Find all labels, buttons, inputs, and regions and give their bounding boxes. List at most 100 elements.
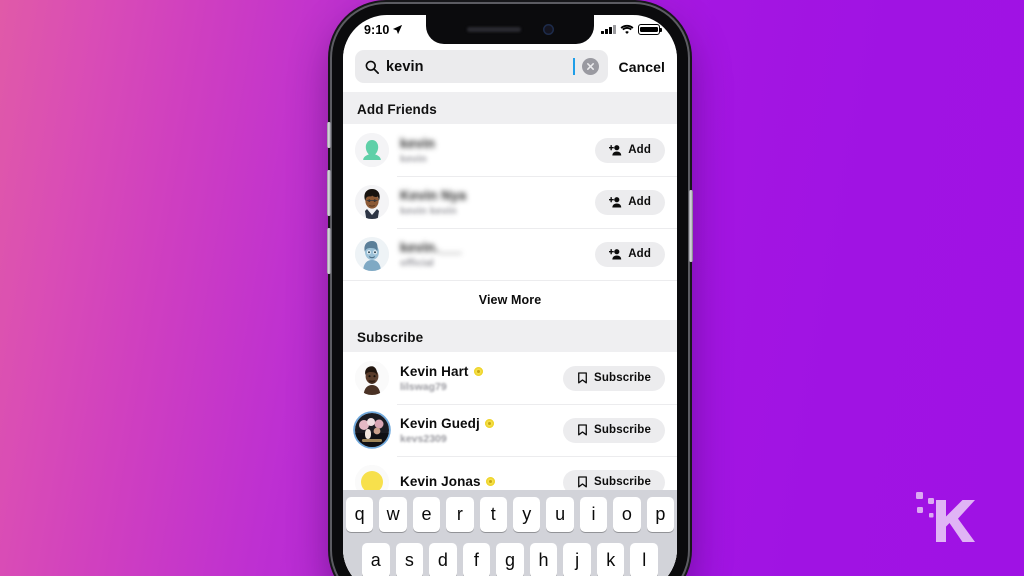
bitmoji-avatar-kevin-hart bbox=[355, 361, 389, 395]
list-item[interactable]: Kevin Nya kevin kevin Add bbox=[343, 176, 677, 228]
name-line: Kevin Guedj bbox=[400, 416, 563, 431]
add-person-icon bbox=[609, 248, 622, 260]
key-l[interactable]: l bbox=[630, 543, 659, 576]
bitmoji-avatar-curly bbox=[355, 185, 389, 219]
wifi-icon bbox=[620, 24, 634, 35]
key-d[interactable]: d bbox=[429, 543, 457, 576]
subscribe-button[interactable]: Subscribe bbox=[563, 365, 665, 391]
keyboard-row-1: q w e r t y u i o p bbox=[345, 497, 675, 532]
bitmoji-avatar-blue bbox=[355, 237, 389, 271]
knowtechie-k-logo bbox=[916, 492, 975, 542]
add-friends-header: Add Friends bbox=[343, 92, 677, 124]
phone-screen: 9:10 kevin Cancel Add Friends kevin kevi… bbox=[343, 15, 677, 576]
add-person-icon bbox=[609, 144, 622, 156]
volume-down-button[interactable] bbox=[327, 228, 331, 274]
search-icon bbox=[365, 60, 379, 74]
subscribe-button-label: Subscribe bbox=[594, 476, 651, 488]
cancel-button[interactable]: Cancel bbox=[618, 59, 665, 75]
volume-up-button[interactable] bbox=[327, 170, 331, 216]
power-button[interactable] bbox=[689, 190, 693, 262]
key-u[interactable]: u bbox=[546, 497, 574, 532]
add-button[interactable]: Add bbox=[595, 137, 665, 163]
key-k[interactable]: k bbox=[596, 543, 625, 576]
cellular-signal-icon bbox=[601, 24, 616, 34]
name-line: kevin.___ bbox=[400, 240, 595, 255]
status-bar-left: 9:10 bbox=[364, 23, 403, 37]
location-arrow-icon bbox=[393, 24, 403, 35]
key-t[interactable]: t bbox=[479, 497, 507, 532]
subscribe-button-label: Subscribe bbox=[594, 424, 651, 436]
username: official bbox=[400, 256, 434, 269]
name-line: Kevin Hart bbox=[400, 364, 563, 379]
display-name: Kevin Hart bbox=[400, 363, 469, 379]
display-name: kevin bbox=[400, 135, 436, 151]
clear-search-icon[interactable] bbox=[582, 58, 600, 75]
key-f[interactable]: f bbox=[462, 543, 491, 576]
bookmark-icon bbox=[578, 372, 587, 384]
key-r[interactable]: r bbox=[446, 497, 474, 532]
name-line: Kevin Jonas bbox=[400, 474, 563, 489]
verified-badge-icon bbox=[484, 418, 494, 428]
virtual-keyboard[interactable]: q w e r t y u i o p a s d f g h j k l bbox=[343, 490, 677, 576]
list-item[interactable]: kevin.___ official Add bbox=[343, 228, 677, 280]
list-item-meta: Kevin Jonas bbox=[389, 474, 563, 491]
key-h[interactable]: h bbox=[529, 543, 558, 576]
search-bar: kevin Cancel bbox=[343, 44, 677, 92]
key-i[interactable]: i bbox=[579, 497, 608, 532]
key-e[interactable]: e bbox=[412, 497, 441, 532]
search-input-value: kevin bbox=[386, 58, 424, 75]
ghost-avatar bbox=[355, 133, 389, 167]
earpiece-speaker bbox=[466, 27, 521, 32]
photo-avatar-kevin-guedj bbox=[355, 413, 389, 447]
name-line: Kevin Nya bbox=[400, 188, 595, 203]
key-y[interactable]: y bbox=[513, 497, 541, 532]
subscribe-button[interactable]: Subscribe bbox=[563, 417, 665, 443]
add-person-icon bbox=[609, 196, 622, 208]
display-name: Kevin Guedj bbox=[400, 415, 480, 431]
list-item-meta: kevin kevin bbox=[389, 136, 595, 165]
status-bar-time: 9:10 bbox=[364, 22, 390, 37]
key-p[interactable]: p bbox=[646, 497, 675, 532]
display-name: kevin.___ bbox=[400, 239, 462, 255]
key-q[interactable]: q bbox=[345, 497, 374, 532]
subscribe-button-label: Subscribe bbox=[594, 372, 651, 384]
view-more-button[interactable]: View More bbox=[343, 280, 677, 320]
add-button-label: Add bbox=[628, 196, 651, 208]
list-item[interactable]: Kevin Guedj kevs2309 Subscribe bbox=[343, 404, 677, 456]
name-line: kevin bbox=[400, 136, 595, 151]
front-camera-icon bbox=[542, 24, 554, 35]
list-item[interactable]: kevin kevin Add bbox=[343, 124, 677, 176]
key-o[interactable]: o bbox=[613, 497, 641, 532]
key-w[interactable]: w bbox=[379, 497, 407, 532]
username: kevin bbox=[400, 152, 427, 165]
subscribe-card: Kevin Hart lilswag79 Subscribe Kevin Gue… bbox=[343, 352, 677, 508]
key-s[interactable]: s bbox=[395, 543, 424, 576]
text-cursor bbox=[573, 58, 576, 75]
search-input[interactable]: kevin bbox=[355, 50, 609, 83]
add-button[interactable]: Add bbox=[595, 241, 665, 267]
list-item-meta: Kevin Nya kevin kevin bbox=[389, 188, 595, 217]
key-a[interactable]: a bbox=[361, 543, 390, 576]
list-item-meta: Kevin Guedj kevs2309 bbox=[389, 416, 563, 445]
username: kevin kevin bbox=[400, 204, 457, 217]
bookmark-icon bbox=[578, 424, 587, 436]
display-name: Kevin Jonas bbox=[400, 473, 481, 489]
list-item-meta: Kevin Hart lilswag79 bbox=[389, 364, 563, 393]
add-button-label: Add bbox=[628, 144, 651, 156]
subscribe-header: Subscribe bbox=[343, 320, 677, 352]
add-friends-card: kevin kevin Add Kevin Nya kevin kevin Ad… bbox=[343, 124, 677, 320]
mute-switch[interactable] bbox=[327, 122, 331, 148]
keyboard-row-2: a s d f g h j k l bbox=[346, 543, 674, 576]
key-j[interactable]: j bbox=[563, 543, 591, 576]
battery-icon bbox=[638, 24, 662, 35]
list-item-meta: kevin.___ official bbox=[389, 240, 595, 269]
verified-badge-icon bbox=[485, 476, 495, 486]
key-g[interactable]: g bbox=[496, 543, 524, 576]
iphone-device: 9:10 kevin Cancel Add Friends kevin kevi… bbox=[327, 4, 693, 576]
add-button[interactable]: Add bbox=[595, 189, 665, 215]
display-name: Kevin Nya bbox=[400, 187, 467, 203]
list-item[interactable]: Kevin Hart lilswag79 Subscribe bbox=[343, 352, 677, 404]
username: kevs2309 bbox=[400, 432, 447, 445]
status-bar-right bbox=[601, 24, 662, 35]
username: lilswag79 bbox=[400, 380, 447, 393]
